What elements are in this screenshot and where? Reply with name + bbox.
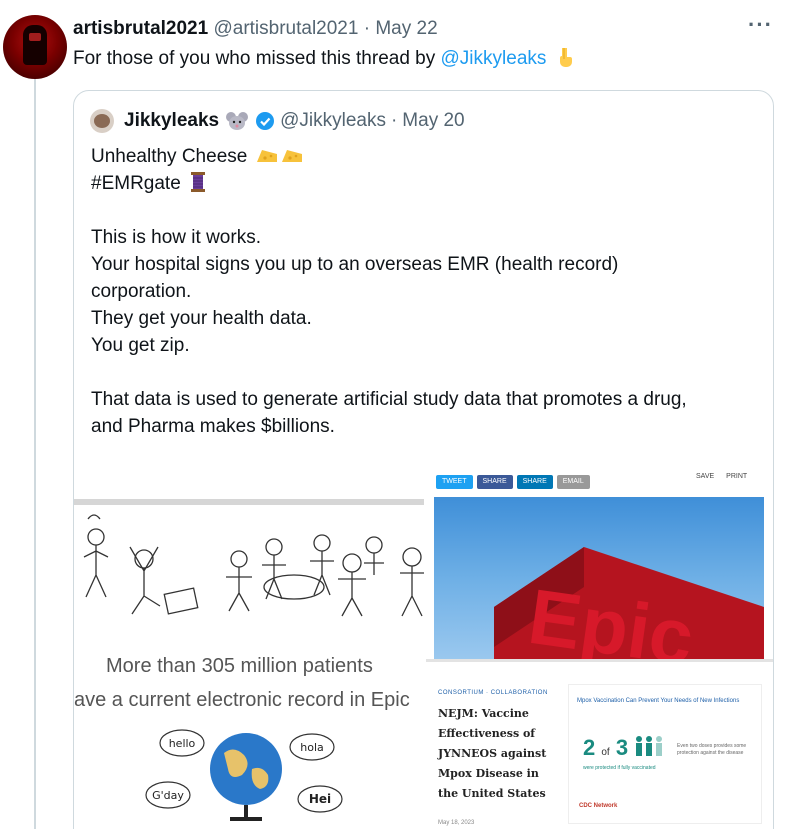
save-print-icons: SAVE PRINT [696, 473, 747, 480]
thread-line [34, 76, 36, 829]
quoted-tweet-date[interactable]: May 20 [402, 110, 464, 132]
tweet-text-body: For those of you who missed this thread … [73, 48, 441, 69]
facebook-share-button: SHARE [476, 475, 513, 489]
cheese-emoji-icon [281, 150, 302, 162]
big-number-denominator: 3 [615, 735, 629, 760]
cdc-logo: CDC Network [579, 803, 618, 809]
greeting-bubble-text: G'day [152, 789, 184, 802]
epic-sign-photo: Epic [434, 497, 764, 663]
quoted-tweet-header: Jikkyleaks @Jikkyleaks · May 20 [124, 110, 465, 132]
greeting-bubble-text: hello [169, 737, 196, 750]
quoted-author-handle[interactable]: @Jikkyleaks [280, 110, 386, 132]
media-image-epic-sign[interactable]: TWEET SHARE SHARE EMAIL SAVE PRINT Epic [434, 471, 773, 663]
article-kicker: CONSORTIUM · COLLABORATION [438, 690, 548, 696]
quoted-author-avatar[interactable] [90, 109, 114, 133]
tweet-date[interactable]: May 22 [375, 18, 437, 39]
thread-spool-emoji-icon [191, 172, 206, 192]
text-line: They get your health data. [91, 308, 312, 329]
hashtag-link[interactable]: #EMRgate [91, 173, 181, 194]
quoted-tweet-text: Unhealthy Cheese #EMRgate This is how it… [91, 143, 687, 440]
big-number-of: of [601, 747, 610, 758]
author-name[interactable]: artisbrutal2021 [73, 18, 208, 39]
vaccine-infocard: Mpox Vaccination Can Prevent Your Needs … [568, 684, 762, 824]
mouse-emoji-icon [226, 112, 249, 130]
tweet-share-button: TWEET [436, 475, 473, 489]
tweet-header: artisbrutal2021 @artisbrutal2021 · May 2… [73, 18, 438, 40]
email-share-button: EMAIL [556, 475, 590, 489]
big-number-numerator: 2 [583, 735, 596, 760]
infocard-big-number: 2 of 3 [583, 735, 664, 761]
verified-badge-icon [256, 112, 275, 130]
share-buttons-row: TWEET SHARE SHARE EMAIL [436, 475, 590, 489]
avatar-shape [94, 114, 110, 128]
quoted-author-name[interactable]: Jikkyleaks [124, 110, 219, 132]
mention-link[interactable]: @Jikkyleaks [441, 48, 547, 69]
text-line: You get zip. [91, 335, 190, 356]
text-line-1: Unhealthy Cheese [91, 146, 248, 167]
epic-sign-shape: Epic [494, 547, 764, 663]
text-line: This is how it works. [91, 227, 261, 248]
text-line: Unhealthy Cheese [91, 143, 687, 170]
infocard-side-text: Even two doses provides some protection … [677, 743, 747, 756]
more-options-icon[interactable]: ··· [748, 12, 773, 38]
infocard-description: were protected if fully vaccinated [583, 765, 656, 771]
media-image-nejm-article[interactable]: CONSORTIUM · COLLABORATION NEJM: Vaccine… [426, 659, 773, 829]
text-line: corporation. [91, 281, 192, 302]
infocard-title: Mpox Vaccination Can Prevent Your Needs … [577, 698, 740, 704]
text-line: and Pharma makes $billions. [91, 416, 335, 437]
greeting-bubble-text: hola [300, 741, 324, 754]
greeting-bubble-text: Hei [309, 792, 331, 806]
cheese-emoji-icon [256, 150, 277, 162]
text-line: Your hospital signs you up to an oversea… [91, 254, 619, 275]
separator-dot: · [363, 18, 371, 39]
author-avatar[interactable] [3, 15, 67, 79]
article-date: May 18, 2023 [438, 820, 475, 826]
save-icon: SAVE [696, 473, 715, 480]
text-line: #EMRgate [91, 170, 687, 197]
pointing-down-emoji-icon [559, 48, 572, 67]
print-icon: PRINT [726, 473, 748, 480]
patients-stat-line-1: More than 305 million patients [106, 655, 373, 677]
separator-dot: · [390, 110, 398, 131]
linkedin-share-button: SHARE [516, 475, 553, 489]
avatar-figure [23, 25, 47, 65]
quoted-tweet-card[interactable]: Jikkyleaks @Jikkyleaks · May 20 Unhealth… [73, 90, 774, 829]
article-title: NEJM: Vaccine Effectiveness of JYNNEOS a… [438, 707, 547, 800]
text-line: That data is used to generate artificial… [91, 389, 687, 410]
patients-stat-line-2: ave a current electronic record in Epic [74, 689, 410, 711]
globe-with-greetings-illustration: hello hola G'day Hei [145, 729, 343, 821]
sketch-people-illustration [83, 514, 424, 617]
media-image-epic-patients[interactable]: More than 305 million patients ave a cur… [74, 491, 424, 829]
tweet-text: For those of you who missed this thread … [73, 47, 574, 70]
people-figures-icon [636, 736, 663, 756]
image-top-bar [74, 499, 424, 505]
author-handle[interactable]: @artisbrutal2021 [213, 18, 358, 39]
